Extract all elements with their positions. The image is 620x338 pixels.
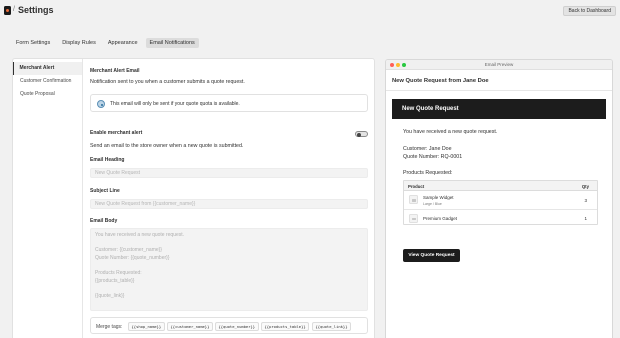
info-banner-text: This email will only be sent if your quo… [110, 101, 240, 107]
preview-email-header: New Quote Request [392, 99, 606, 119]
merge-tags-bar: Merge tags: {{shop_name}} {{customer_nam… [90, 317, 368, 334]
preview-products-table: Product Qty Sample Widget Large / Blue 3… [403, 180, 598, 225]
preview-intro: You have received a new quote request. [403, 129, 498, 135]
body-line: Products Requested: [95, 269, 142, 276]
product-variant: Large / Blue [423, 201, 442, 206]
enable-alert-description: Send an email to the store owner when a … [90, 143, 244, 149]
body-line: {{quote_link}} [95, 292, 125, 299]
merge-tag-products-table[interactable]: {{products_table}} [261, 322, 310, 331]
section-title: Merchant Alert Email [90, 68, 140, 74]
email-body-label: Email Body [90, 218, 118, 224]
subject-line-input[interactable]: New Quote Request from {{customer_name}} [90, 199, 368, 209]
subject-line-label: Subject Line [90, 188, 120, 194]
email-preview-window: Email Preview New Quote Request from Jan… [385, 59, 613, 338]
enable-alert-label: Enable merchant alert [90, 130, 143, 136]
tab-email-notifications[interactable]: Email Notifications [145, 38, 199, 48]
email-type-sidebar: Merchant Alert Customer Confirmation Quo… [13, 59, 83, 338]
app-logo-icon [4, 6, 11, 15]
view-quote-request-button[interactable]: View Quote Request [403, 249, 460, 262]
merge-tags-label: Merge tags: [96, 324, 123, 330]
preview-subject-row: New Quote Request from Jane Doe [386, 71, 612, 91]
body-line: Customer: {{customer_name}} [95, 247, 162, 254]
tab-display-rules[interactable]: Display Rules [58, 38, 100, 48]
product-image-icon [409, 213, 418, 223]
preview-quote-number: Quote Number: RQ-0001 [403, 154, 463, 160]
settings-tabs: Form Settings Display Rules Appearance E… [12, 38, 199, 48]
product-qty: 3 [584, 197, 587, 203]
enable-merchant-alert-toggle[interactable] [355, 131, 368, 137]
preview-heading: New Quote Request [402, 106, 459, 112]
info-icon [97, 100, 105, 108]
email-body-textarea[interactable]: You have received a new quote request. C… [90, 228, 368, 311]
column-header-qty: Qty [581, 183, 589, 189]
product-image-icon [409, 195, 418, 204]
product-name: Sample Widget [423, 194, 454, 200]
body-line [95, 240, 363, 248]
page-title: Settings [18, 5, 54, 15]
quota-info-banner: This email will only be sent if your quo… [90, 94, 368, 112]
body-line: You have received a new quote request. [95, 232, 185, 238]
back-to-dashboard-button[interactable]: Back to Dashboard [563, 6, 616, 16]
preview-window-title: Email Preview [484, 62, 514, 67]
product-name: Premium Gadget [423, 216, 458, 221]
body-line [95, 262, 363, 270]
preview-products-label: Products Requested: [403, 170, 453, 176]
merge-tag-shop-name[interactable]: {{shop_name}} [128, 322, 165, 331]
email-heading-label: Email Heading [90, 157, 125, 163]
sidebar-item-quote-proposal[interactable]: Quote Proposal [13, 88, 82, 101]
sidebar-item-customer-confirmation[interactable]: Customer Confirmation [13, 75, 82, 88]
tab-form-settings[interactable]: Form Settings [12, 38, 54, 48]
table-row: Premium Gadget 1 [404, 208, 597, 227]
email-settings-card: Merchant Alert Customer Confirmation Quo… [12, 58, 375, 338]
tab-appearance[interactable]: Appearance [104, 38, 142, 48]
table-row: Sample Widget Large / Blue 3 [404, 191, 597, 209]
body-line [95, 285, 363, 293]
body-line: {{products_table}} [95, 277, 135, 284]
body-line: Quote Number: {{quote_number}} [95, 254, 170, 261]
sidebar-item-merchant-alert[interactable]: Merchant Alert [13, 62, 82, 75]
merge-tag-quote-link[interactable]: {{quote_link}} [312, 322, 352, 331]
breadcrumb-separator: / [13, 6, 15, 13]
top-bar: / Settings Back to Dashboard [0, 0, 620, 22]
preview-title-bar: Email Preview [386, 60, 612, 70]
preview-email-body: New Quote Request You have received a ne… [392, 99, 606, 338]
preview-subject: New Quote Request from Jane Doe [392, 78, 489, 84]
toggle-knob [356, 132, 361, 137]
product-qty: 1 [584, 216, 587, 221]
section-description: Notification sent to you when a customer… [90, 79, 245, 85]
products-table-header: Product Qty [404, 181, 597, 191]
merge-tag-customer-name[interactable]: {{customer_name}} [167, 322, 213, 331]
column-header-product: Product [408, 183, 425, 189]
merge-tag-quote-number[interactable]: {{quote_number}} [215, 322, 259, 331]
email-heading-input[interactable]: New Quote Request [90, 168, 368, 178]
preview-customer: Customer: Jane Doe [403, 146, 452, 152]
